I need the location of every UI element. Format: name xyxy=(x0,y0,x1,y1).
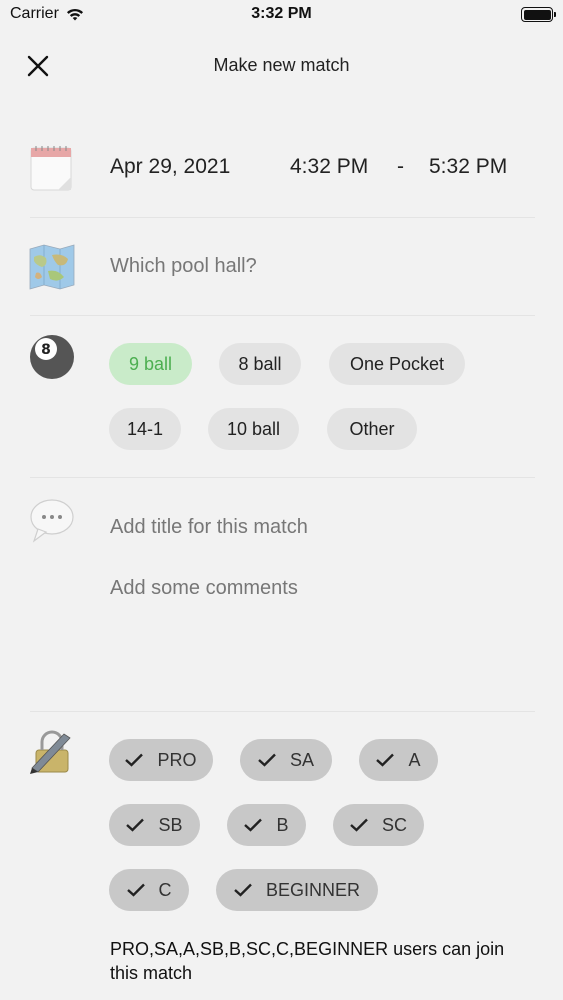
level-label: BEGINNER xyxy=(265,879,361,900)
calendar-icon xyxy=(30,146,72,191)
game-chip-14-1[interactable]: 14-1 xyxy=(109,408,181,450)
svg-text:8: 8 xyxy=(41,342,51,358)
level-label: C xyxy=(158,879,172,900)
game-chip-one-pocket[interactable]: One Pocket xyxy=(329,343,465,385)
check-icon xyxy=(126,883,145,897)
level-label: PRO xyxy=(157,749,197,770)
nav-bar: Make new match xyxy=(0,40,563,90)
chat-bubble-icon xyxy=(30,499,74,543)
level-label: A xyxy=(408,749,421,770)
level-label: SA xyxy=(289,749,314,770)
check-icon xyxy=(126,818,145,832)
match-date[interactable]: Apr 29, 2021 xyxy=(110,155,230,179)
check-icon xyxy=(234,883,252,897)
check-icon xyxy=(376,753,395,767)
level-chip-beginner[interactable]: BEGINNER xyxy=(216,869,378,911)
level-chip-pro[interactable]: PRO xyxy=(109,739,213,781)
level-chip-c[interactable]: C xyxy=(109,869,189,911)
map-icon xyxy=(29,244,75,290)
divider xyxy=(30,217,535,218)
end-time[interactable]: 5:32 PM xyxy=(429,155,507,179)
start-time[interactable]: 4:32 PM xyxy=(290,155,368,179)
level-chip-b[interactable]: B xyxy=(227,804,306,846)
levels-summary: PRO,SA,A,SB,B,SC,C,BEGINNER users can jo… xyxy=(110,939,505,983)
pool-hall-input[interactable]: Which pool hall? xyxy=(110,255,257,278)
game-chip-8-ball[interactable]: 8 ball xyxy=(219,343,301,385)
level-chip-sa[interactable]: SA xyxy=(240,739,332,781)
level-label: SB xyxy=(158,814,183,835)
status-time: 3:32 PM xyxy=(251,5,312,22)
comments-input[interactable]: Add some comments xyxy=(110,577,298,600)
check-icon xyxy=(125,753,144,767)
level-chip-a[interactable]: A xyxy=(359,739,438,781)
level-chip-sc[interactable]: SC xyxy=(333,804,424,846)
divider xyxy=(30,477,535,478)
divider xyxy=(30,315,535,316)
check-icon xyxy=(350,818,368,832)
check-icon xyxy=(244,818,263,832)
game-chip-10-ball[interactable]: 10 ball xyxy=(208,408,299,450)
game-chip-9-ball[interactable]: 9 ball xyxy=(109,343,192,385)
level-label: B xyxy=(276,814,289,835)
level-label: SC xyxy=(381,814,407,835)
status-bar: Carrier 3:32 PM xyxy=(0,0,563,30)
battery-icon xyxy=(521,7,556,22)
divider xyxy=(30,711,535,712)
lock-pen-icon xyxy=(30,730,71,774)
game-chip-other[interactable]: Other xyxy=(327,408,417,450)
match-title-input[interactable]: Add title for this match xyxy=(110,516,308,539)
level-chip-sb[interactable]: SB xyxy=(109,804,200,846)
time-separator: - xyxy=(397,155,404,178)
eight-ball-icon: 8 xyxy=(30,335,74,379)
make-match-screen: Carrier 3:32 PM Make new match Apr 29, 2… xyxy=(0,0,563,1000)
check-icon xyxy=(258,753,276,767)
page-title: Make new match xyxy=(213,55,350,75)
